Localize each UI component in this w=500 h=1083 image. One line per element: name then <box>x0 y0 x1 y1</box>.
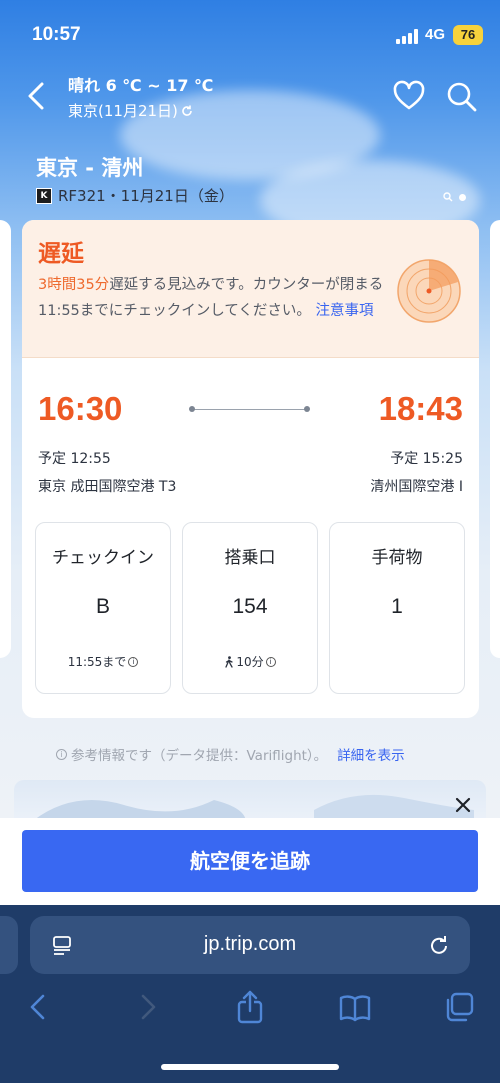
weather-info: 晴れ 6 ℃ ~ 17 ℃ 東京(11月21日) <box>68 72 213 121</box>
walking-icon <box>225 655 234 668</box>
reload-icon[interactable] <box>428 933 450 957</box>
gate-box[interactable]: 搭乗口 154 10分 i <box>182 522 318 694</box>
baggage-carousel: 1 <box>391 595 403 618</box>
info-icon[interactable]: i <box>265 656 276 667</box>
location-date: 東京(11月21日) <box>68 102 178 120</box>
delay-banner: 遅延 3時間35分遅延する見込みです。カウンターが閉まる11:55までにチェック… <box>22 220 479 358</box>
signal-icon <box>396 28 420 44</box>
flight-info: K RF321・11月21日（金） <box>36 185 234 206</box>
notice-link[interactable]: 注意事項 <box>316 303 374 319</box>
checkin-counter: B <box>95 595 110 618</box>
refresh-icon[interactable] <box>180 104 194 118</box>
search-small-icon <box>443 192 453 202</box>
scheduled-departure: 予定 12:55 <box>38 451 111 467</box>
search-icon <box>447 82 477 112</box>
info-icon[interactable]: i <box>128 656 139 667</box>
scheduled-arrival: 予定 15:25 <box>390 451 463 467</box>
next-card-peek[interactable] <box>490 220 500 658</box>
home-indicator <box>161 1064 339 1070</box>
gate-number: 154 <box>232 595 268 618</box>
flight-status-card: 遅延 3時間35分遅延する見込みです。カウンターが閉まる11:55までにチェック… <box>22 220 479 718</box>
details-link[interactable]: 詳細を表示 <box>337 744 405 764</box>
back-button[interactable] <box>24 80 52 112</box>
previous-tab-peek[interactable] <box>0 916 18 974</box>
share-icon[interactable] <box>233 990 267 1024</box>
status-time: 10:57 <box>32 24 81 45</box>
status-bar: 10:57 4G 76 <box>0 0 500 70</box>
gate-label: 搭乗口 <box>224 548 276 568</box>
address-bar[interactable]: jp.trip.com <box>30 916 470 974</box>
favorite-button[interactable] <box>392 80 426 112</box>
page-dot <box>459 193 466 201</box>
baggage-label: 手荷物 <box>371 548 423 568</box>
gate-walk-time: 10分 <box>236 655 264 669</box>
radar-icon <box>397 259 461 323</box>
url-text: jp.trip.com <box>203 933 297 955</box>
chevron-left-icon <box>28 82 44 110</box>
track-flight-button[interactable]: 航空便を追跡 <box>22 830 478 892</box>
reference-text: 参考情報です（データ提供：Variflight）。 <box>71 748 328 764</box>
route-line <box>189 406 310 412</box>
heart-icon <box>393 80 425 110</box>
checkin-label: チェックイン <box>52 548 154 568</box>
tabs-icon[interactable] <box>442 990 476 1024</box>
page-indicator[interactable] <box>443 192 466 202</box>
close-map-button[interactable] <box>452 794 474 816</box>
browser-back-icon[interactable] <box>22 990 56 1024</box>
weather-text: 晴れ 6 ℃ ~ 17 ℃ <box>68 76 214 95</box>
delay-duration: 3時間35分 <box>38 277 110 293</box>
battery-icon: 76 <box>453 25 483 45</box>
checkin-deadline: 11:55まで <box>67 655 127 669</box>
arrival-airport: 清州国際空港 I <box>370 479 463 495</box>
departure-airport: 東京 成田国際空港 T3 <box>38 479 177 495</box>
route-title: 東京 - 清州 <box>36 156 144 180</box>
departure-time: 16:30 <box>38 390 123 427</box>
delay-title: 遅延 <box>38 241 84 267</box>
search-button[interactable] <box>445 80 479 114</box>
reference-note: i 参考情報です（データ提供：Variflight）。 詳細を表示 <box>56 744 405 764</box>
browser-forward-icon[interactable] <box>130 990 164 1024</box>
bookmarks-icon[interactable] <box>338 990 372 1024</box>
flight-number-date: RF321・11月21日（金） <box>58 187 234 205</box>
previous-card-peek[interactable] <box>0 220 11 658</box>
delay-message: 3時間35分遅延する見込みです。カウンターが閉まる11:55までにチェックインし… <box>38 272 394 324</box>
info-icon: i <box>56 748 67 760</box>
arrival-time: 18:43 <box>378 390 463 427</box>
close-icon <box>455 797 471 813</box>
airline-logo: K <box>36 187 52 204</box>
baggage-box[interactable]: 手荷物 1 <box>329 522 465 694</box>
network-type: 4G <box>425 26 446 43</box>
checkin-box[interactable]: チェックイン B 11:55まで i <box>35 522 171 694</box>
